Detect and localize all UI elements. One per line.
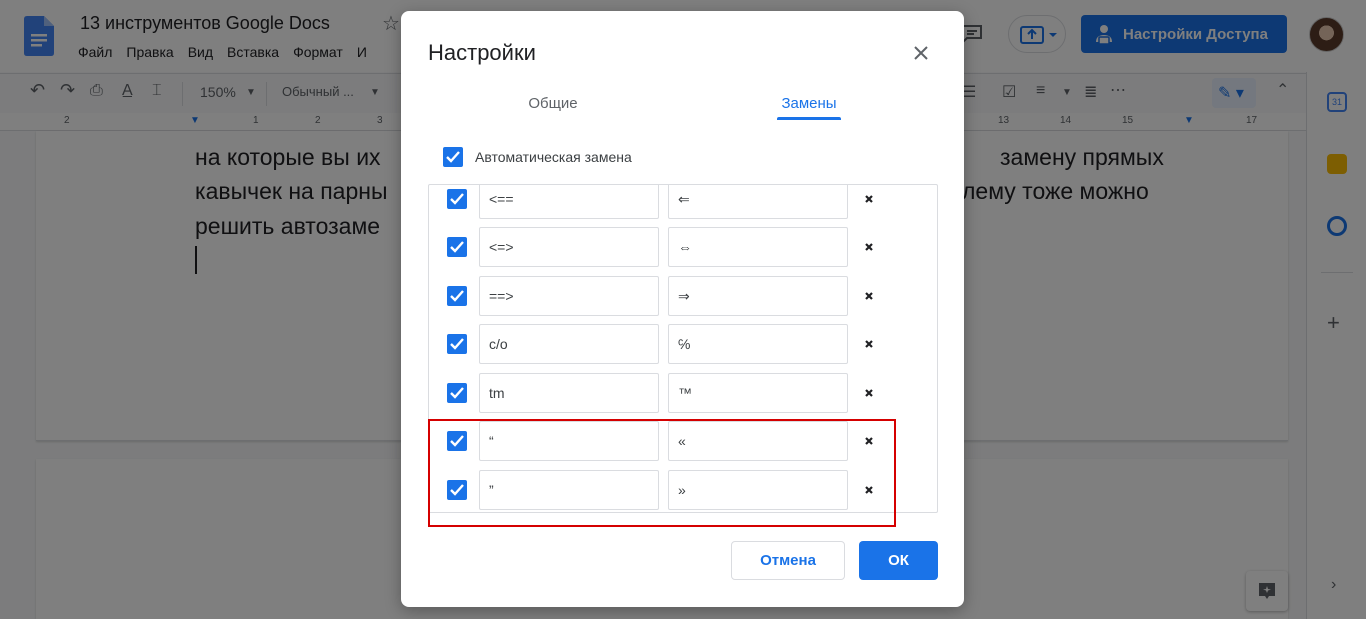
delete-row-icon[interactable] [861,336,877,352]
substitution-row [429,470,937,510]
replace-with-input[interactable] [668,227,848,267]
substitution-row [429,421,937,461]
replace-with-input[interactable] [668,185,848,219]
replace-with-input[interactable] [668,470,848,510]
checkmark-icon [450,338,464,350]
checkmark-icon [446,151,460,163]
replace-from-input[interactable] [479,324,659,364]
row-checkbox[interactable] [447,431,467,451]
delete-row-icon[interactable] [861,385,877,401]
delete-row-icon[interactable] [861,239,877,255]
checkmark-icon [450,484,464,496]
substitution-row [429,276,937,316]
tab-substitutions[interactable]: Замены [777,95,841,112]
delete-row-icon[interactable] [861,482,877,498]
row-checkbox[interactable] [447,334,467,354]
row-checkbox[interactable] [447,383,467,403]
replace-with-input[interactable] [668,324,848,364]
close-icon[interactable] [910,42,932,64]
substitution-row [429,324,937,364]
row-checkbox[interactable] [447,480,467,500]
replace-from-input[interactable] [479,185,659,219]
checkmark-icon [450,290,464,302]
dialog-title: Настройки [428,40,536,65]
auto-replace-checkbox[interactable] [443,147,463,167]
replace-from-input[interactable] [479,421,659,461]
cancel-button[interactable]: Отмена [731,541,845,580]
replace-from-input[interactable] [479,227,659,267]
checkmark-icon [450,241,464,253]
replace-from-input[interactable] [479,276,659,316]
preferences-dialog: Настройки Общие Замены Автоматическая за… [401,11,964,607]
delete-row-icon[interactable] [861,191,877,207]
replace-with-input[interactable] [668,276,848,316]
row-checkbox[interactable] [447,189,467,209]
replace-with-input[interactable] [668,421,848,461]
checkmark-icon [450,193,464,205]
ok-button[interactable]: ОК [859,541,938,580]
active-tab-indicator [777,117,841,120]
checkmark-icon [450,435,464,447]
substitution-row [429,185,937,219]
replace-from-input[interactable] [479,373,659,413]
substitution-row [429,227,937,267]
delete-row-icon[interactable] [861,433,877,449]
substitutions-list[interactable] [428,184,938,513]
tab-general[interactable]: Общие [518,95,588,112]
row-checkbox[interactable] [447,286,467,306]
checkmark-icon [450,387,464,399]
replace-with-input[interactable] [668,373,848,413]
delete-row-icon[interactable] [861,288,877,304]
row-checkbox[interactable] [447,237,467,257]
replace-from-input[interactable] [479,470,659,510]
auto-replace-label: Автоматическая замена [475,149,632,165]
substitution-row [429,373,937,413]
